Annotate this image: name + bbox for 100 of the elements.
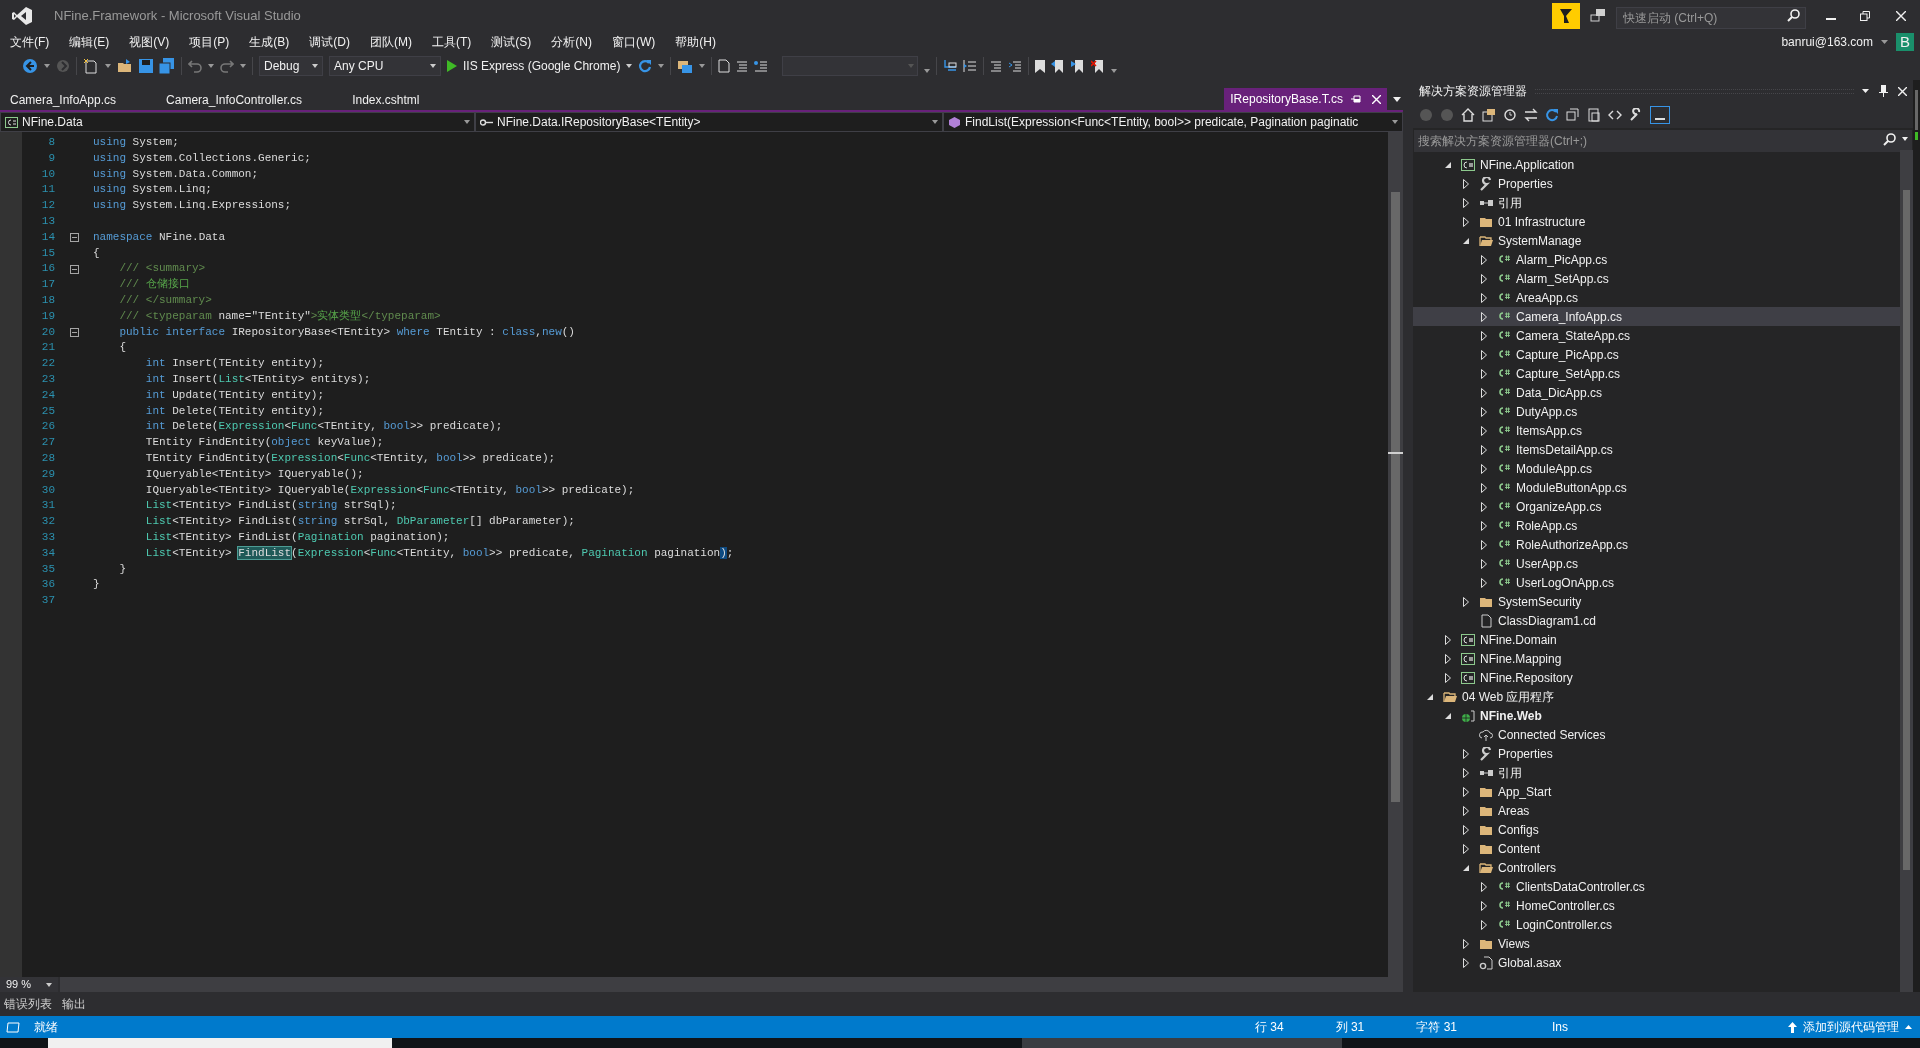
menu-item[interactable]: 团队(M) [364,33,418,51]
collapsed-arrow-icon[interactable] [1481,539,1487,550]
tree-item[interactable]: ItemsApp.cs [1413,421,1900,440]
code-icon[interactable] [1608,108,1622,122]
save-icon[interactable] [139,59,153,73]
expanded-arrow-icon[interactable] [1463,864,1469,871]
collapsed-arrow-icon[interactable] [1463,786,1469,797]
editor-tab[interactable]: Index.cshtml [342,90,460,110]
comment-lines-icon[interactable] [990,60,1003,72]
tree-item[interactable]: 04 Web 应用程序 [1413,687,1900,706]
collapsed-arrow-icon[interactable] [1463,938,1469,949]
lines-icon[interactable] [736,60,749,72]
tree-item[interactable]: Configs [1413,820,1900,839]
collapsed-arrow-icon[interactable] [1463,197,1469,208]
tree-item[interactable]: NFine.Web [1413,706,1900,725]
navigation-dropdown[interactable]: NFine.Data [0,112,475,132]
collapsed-arrow-icon[interactable] [1481,406,1487,417]
run-button[interactable]: IIS Express (Google Chrome) [447,57,633,75]
caret-icon[interactable] [658,64,665,68]
collapsed-arrow-icon[interactable] [1481,273,1487,284]
collapse-all-icon[interactable] [1566,108,1580,122]
tree-item[interactable]: DutyApp.cs [1413,402,1900,421]
collapsed-arrow-icon[interactable] [1481,330,1487,341]
tree-item[interactable]: SystemSecurity [1413,592,1900,611]
collapsed-arrow-icon[interactable] [1463,216,1469,227]
collapsed-arrow-icon[interactable] [1463,596,1469,607]
caret-icon[interactable] [1902,137,1908,141]
restore-icon[interactable] [1860,11,1870,21]
collapsed-arrow-icon[interactable] [1463,767,1469,778]
collapsed-arrow-icon[interactable] [1481,501,1487,512]
menu-item[interactable]: 生成(B) [243,33,296,51]
next-bookmark-icon[interactable] [1071,59,1086,73]
tree-item[interactable]: ModuleButtonApp.cs [1413,478,1900,497]
tree-item[interactable]: OrganizeApp.cs [1413,497,1900,516]
tree-item[interactable]: Content [1413,839,1900,858]
tree-item[interactable]: Capture_PicApp.cs [1413,345,1900,364]
collapsed-arrow-icon[interactable] [1481,368,1487,379]
collapse-icon[interactable] [69,327,79,337]
vertical-scrollbar[interactable] [1388,132,1403,977]
collapse-icon[interactable] [69,233,79,243]
collapsed-arrow-icon[interactable] [1481,444,1487,455]
menu-item[interactable]: 视图(V) [123,33,176,51]
platform-dropdown[interactable]: Any CPU [329,56,441,76]
tree-item[interactable]: NFine.Repository [1413,668,1900,687]
uncomment-lines-icon[interactable] [1008,60,1023,72]
collapse-icon[interactable] [69,264,79,274]
show-all-files-icon[interactable] [1587,108,1601,122]
tree-item[interactable]: NFine.Domain [1413,630,1900,649]
configuration-dropdown[interactable]: Debug [259,56,323,76]
caret-icon[interactable] [699,64,706,68]
undo-icon[interactable] [188,59,202,73]
save-all-icon[interactable] [159,58,175,74]
horizontal-scrollbar[interactable] [60,977,1403,992]
tree-item[interactable]: HomeController.cs [1413,896,1900,915]
document-icon[interactable] [718,59,731,73]
collapsed-arrow-icon[interactable] [1481,520,1487,531]
tree-item[interactable]: ClientsDataController.cs [1413,877,1900,896]
editor-tab[interactable]: IRepositoryBase.T.cs [1224,88,1387,110]
vertical-scrollbar[interactable] [1900,150,1913,992]
caret-icon[interactable] [1393,97,1401,102]
source-control-button[interactable]: 添加到源代码管理 [1788,1018,1912,1036]
caret-icon[interactable] [1881,40,1888,44]
caret-icon[interactable] [924,69,931,73]
collapsed-arrow-icon[interactable] [1481,900,1487,911]
collapsed-arrow-icon[interactable] [1463,957,1469,968]
menu-item[interactable]: 项目(P) [183,33,236,51]
collapsed-arrow-icon[interactable] [1463,805,1469,816]
outdent-icon[interactable] [963,59,978,73]
tree-item[interactable]: 引用 [1413,193,1900,212]
collapsed-arrow-icon[interactable] [1481,463,1487,474]
collapsed-arrow-icon[interactable] [1463,178,1469,189]
indent-icon[interactable] [943,59,958,73]
solution-folders-icon[interactable] [677,58,694,74]
tree-item[interactable]: App_Start [1413,782,1900,801]
collapsed-arrow-icon[interactable] [1463,824,1469,835]
tree-item[interactable]: Areas [1413,801,1900,820]
properties-icon[interactable] [1629,108,1643,122]
expanded-arrow-icon[interactable] [1463,237,1469,244]
refresh-icon[interactable] [1545,108,1559,122]
collapsed-arrow-icon[interactable] [1481,558,1487,569]
editor-tab[interactable]: Camera_InfoController.cs [156,90,343,110]
tree-item[interactable]: ModuleApp.cs [1413,459,1900,478]
expanded-arrow-icon[interactable] [1445,161,1451,168]
refresh-icon[interactable] [638,59,653,73]
account-name[interactable]: banrui@163.com [1781,33,1873,51]
collapsed-arrow-icon[interactable] [1481,881,1487,892]
collapsed-arrow-icon[interactable] [1463,843,1469,854]
tree-item[interactable]: ItemsDetailApp.cs [1413,440,1900,459]
caret-icon[interactable] [105,64,111,68]
account-avatar[interactable]: B [1896,33,1914,51]
redo-icon[interactable] [220,59,234,73]
search-field[interactable]: 搜索解决方案资源管理器(Ctrl+;) [1414,130,1912,152]
quick-launch-field[interactable]: 快速启动 (Ctrl+Q) [1616,7,1806,29]
menu-item[interactable]: 测试(S) [485,33,538,51]
collapsed-arrow-icon[interactable] [1481,311,1487,322]
tree-item[interactable]: Alarm_SetApp.cs [1413,269,1900,288]
tree-item[interactable]: Properties [1413,744,1900,763]
expanded-arrow-icon[interactable] [1445,712,1451,719]
menu-item[interactable]: 窗口(W) [606,33,662,51]
tree-item[interactable]: Views [1413,934,1900,953]
